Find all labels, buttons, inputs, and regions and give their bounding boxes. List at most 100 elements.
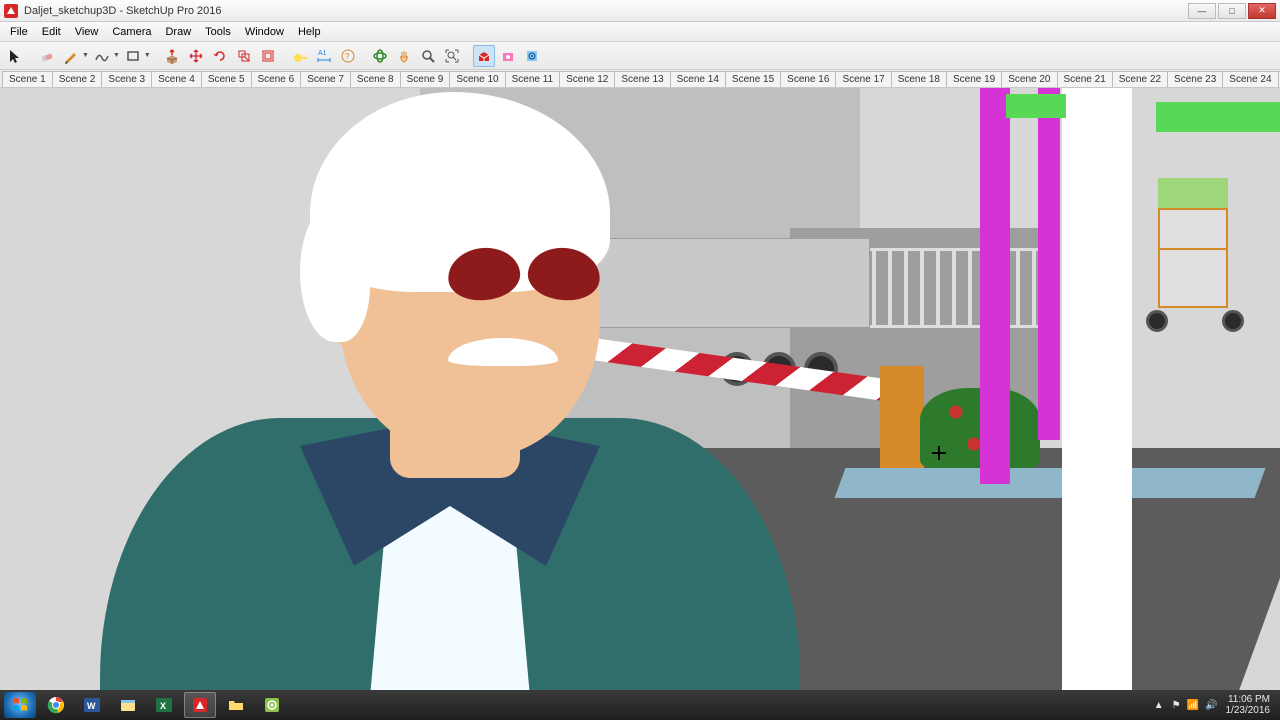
flag-icon[interactable]: ⚑: [1172, 700, 1181, 711]
tool-pencil[interactable]: [60, 45, 82, 67]
tool-zoom[interactable]: [417, 45, 439, 67]
maximize-button[interactable]: □: [1218, 3, 1246, 19]
start-button[interactable]: [4, 692, 36, 718]
tool-zoom-extents[interactable]: [441, 45, 463, 67]
scene-tab-4[interactable]: Scene 4: [151, 71, 202, 87]
toolbar: ▼ ▼ ▼ A1?: [0, 42, 1280, 70]
tool-extension-warehouse[interactable]: [497, 45, 519, 67]
scene-tab-11[interactable]: Scene 11: [505, 71, 561, 87]
scene-tab-10[interactable]: Scene 10: [449, 71, 505, 87]
tool-dropdown-chevron-icon[interactable]: ▼: [115, 52, 120, 59]
tool-eraser[interactable]: [36, 45, 58, 67]
taskbar-app-chrome[interactable]: [40, 692, 72, 718]
tool-rectangle[interactable]: [122, 45, 144, 67]
minimize-button[interactable]: —: [1188, 3, 1216, 19]
menu-camera[interactable]: Camera: [106, 24, 157, 40]
scene-background: [0, 88, 1280, 695]
scene-tab-5[interactable]: Scene 5: [201, 71, 252, 87]
tool-text[interactable]: ?: [337, 45, 359, 67]
tool-pan[interactable]: [393, 45, 415, 67]
system-tray: ▲ ⚑ 📶 🔊 11:06 PM 1/23/2016: [1154, 694, 1276, 716]
scene-tab-16[interactable]: Scene 16: [780, 71, 836, 87]
menu-tools[interactable]: Tools: [199, 24, 237, 40]
taskbar-app-camtasia[interactable]: [256, 692, 288, 718]
close-button[interactable]: ✕: [1248, 3, 1276, 19]
offset-icon: [260, 48, 276, 64]
scene-tab-8[interactable]: Scene 8: [350, 71, 401, 87]
taskbar-app-explorer[interactable]: [112, 692, 144, 718]
scene-tab-6[interactable]: Scene 6: [251, 71, 302, 87]
taskbar-app-folder[interactable]: [220, 692, 252, 718]
scene-tab-20[interactable]: Scene 20: [1001, 71, 1057, 87]
scaffold-platform: [1158, 178, 1228, 208]
menu-edit[interactable]: Edit: [36, 24, 67, 40]
sunglass-lens: [445, 244, 522, 303]
scene-tab-21[interactable]: Scene 21: [1057, 71, 1113, 87]
clock-time: 11:06 PM: [1226, 694, 1271, 705]
show-hidden-icons[interactable]: ▲: [1154, 700, 1164, 711]
scene-tab-14[interactable]: Scene 14: [670, 71, 726, 87]
extension-warehouse-icon: [500, 48, 516, 64]
tool-rotate[interactable]: [209, 45, 231, 67]
tool-pointer[interactable]: [4, 45, 26, 67]
scene-tab-23[interactable]: Scene 23: [1167, 71, 1223, 87]
scene-tab-17[interactable]: Scene 17: [835, 71, 891, 87]
scene-tab-12[interactable]: Scene 12: [559, 71, 615, 87]
dimension-icon: A1: [316, 48, 332, 64]
curb: [835, 468, 1266, 498]
pointer-icon: [7, 48, 23, 64]
scene-tab-24[interactable]: Scene 24: [1222, 71, 1278, 87]
windows-taskbar: W X ▲ ⚑ 📶 🔊 11:06 PM 1/23/2016: [0, 690, 1280, 720]
scene-tab-2[interactable]: Scene 2: [52, 71, 103, 87]
scene-tabs: Scene 1Scene 2Scene 3Scene 4Scene 5Scene…: [0, 70, 1280, 88]
wheel-icon: [1146, 310, 1168, 332]
scene-tab-18[interactable]: Scene 18: [891, 71, 947, 87]
application-window: Daljet_sketchup3D - SketchUp Pro 2016 — …: [0, 0, 1280, 690]
menu-file[interactable]: File: [4, 24, 34, 40]
pencil-icon: [63, 48, 79, 64]
menu-help[interactable]: Help: [292, 24, 327, 40]
svg-text:X: X: [160, 701, 166, 711]
tool-push-pull[interactable]: [161, 45, 183, 67]
scene-tab-15[interactable]: Scene 15: [725, 71, 781, 87]
tool-orbit[interactable]: [369, 45, 391, 67]
word-icon: W: [82, 695, 102, 715]
tool-3d-warehouse[interactable]: [473, 45, 495, 67]
scene-tab-13[interactable]: Scene 13: [614, 71, 670, 87]
tool-dropdown-chevron-icon[interactable]: ▼: [84, 52, 89, 59]
tool-offset[interactable]: [257, 45, 279, 67]
clock-date: 1/23/2016: [1226, 705, 1271, 716]
tool-move[interactable]: [185, 45, 207, 67]
taskbar-clock[interactable]: 11:06 PM 1/23/2016: [1226, 694, 1271, 716]
move-icon: [188, 48, 204, 64]
camtasia-icon: [262, 695, 282, 715]
speaker-icon[interactable]: 🔊: [1205, 700, 1217, 711]
menu-draw[interactable]: Draw: [159, 24, 197, 40]
tape-measure-icon: [292, 48, 308, 64]
scene-tab-3[interactable]: Scene 3: [101, 71, 152, 87]
tool-component-options[interactable]: [521, 45, 543, 67]
scene-tab-1[interactable]: Scene 1: [2, 71, 53, 87]
menu-view[interactable]: View: [69, 24, 105, 40]
tool-scale[interactable]: [233, 45, 255, 67]
taskbar-app-sketchup[interactable]: [184, 692, 216, 718]
scene-tab-7[interactable]: Scene 7: [300, 71, 351, 87]
svg-text:?: ?: [345, 52, 350, 61]
taskbar-app-word[interactable]: W: [76, 692, 108, 718]
scene-tab-9[interactable]: Scene 9: [400, 71, 451, 87]
freehand-icon: [94, 48, 110, 64]
zoom-icon: [420, 48, 436, 64]
scale-icon: [236, 48, 252, 64]
tool-tape-measure[interactable]: [289, 45, 311, 67]
menu-window[interactable]: Window: [239, 24, 290, 40]
tool-freehand[interactable]: [91, 45, 113, 67]
excel-icon: X: [154, 695, 174, 715]
taskbar-app-excel[interactable]: X: [148, 692, 180, 718]
scene-tab-22[interactable]: Scene 22: [1112, 71, 1168, 87]
scene-tab-19[interactable]: Scene 19: [946, 71, 1002, 87]
window-title: Daljet_sketchup3D - SketchUp Pro 2016: [24, 5, 1188, 17]
tool-dropdown-chevron-icon[interactable]: ▼: [146, 52, 151, 59]
network-icon[interactable]: 📶: [1187, 700, 1199, 711]
model-viewport[interactable]: [0, 88, 1280, 696]
tool-dimension[interactable]: A1: [313, 45, 335, 67]
